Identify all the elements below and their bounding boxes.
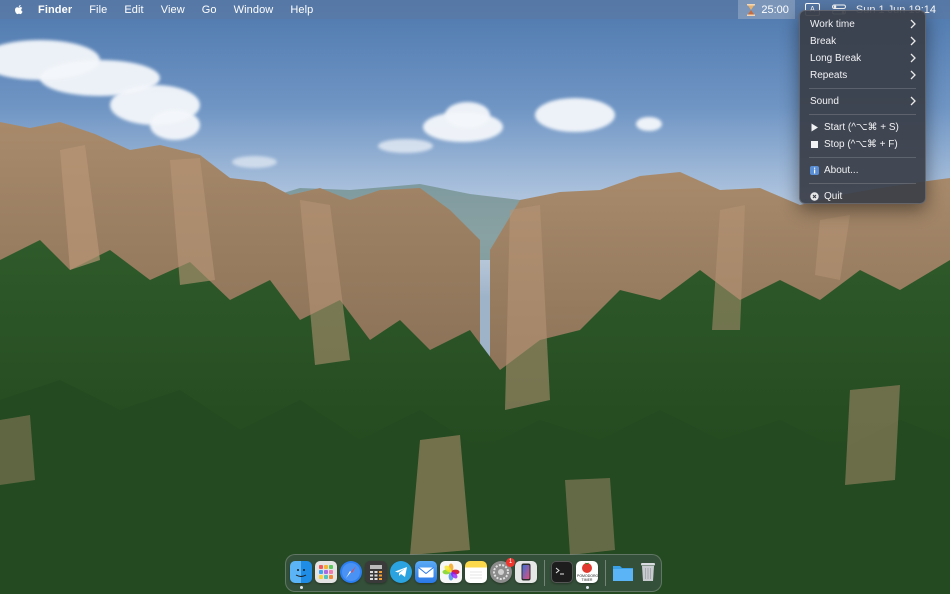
pomodoro-status-item[interactable]: 25:00	[738, 0, 795, 19]
photos-icon[interactable]	[440, 561, 462, 583]
terminal-icon[interactable]	[551, 561, 573, 583]
menu-item-label: Quit	[824, 191, 843, 202]
menu-item-label: Long Break	[810, 53, 862, 64]
chevron-right-icon	[910, 19, 916, 29]
menu-item-stop[interactable]: Stop (^⌥⌘ + F)	[800, 136, 925, 153]
dock-separator	[605, 560, 606, 586]
menu-go[interactable]: Go	[202, 4, 217, 16]
running-indicator	[300, 586, 303, 589]
menu-separator	[809, 157, 916, 158]
menu-item-label: Break	[810, 36, 837, 47]
dock: 1 POMODORO TIMER	[285, 554, 662, 592]
menu-item-quit[interactable]: Quit	[800, 188, 925, 205]
finder-icon[interactable]	[290, 561, 312, 583]
info-icon	[810, 166, 819, 175]
chevron-right-icon	[910, 96, 916, 106]
pomodoro-timer-icon[interactable]: POMODORO TIMER	[576, 561, 598, 583]
menu-item-work-time[interactable]: Work time	[800, 16, 925, 33]
menu-edit[interactable]: Edit	[124, 4, 143, 16]
notification-badge: 1	[506, 558, 515, 567]
chevron-right-icon	[910, 36, 916, 46]
trash-icon[interactable]	[637, 561, 659, 583]
menu-item-label: Work time	[810, 19, 855, 30]
menu-separator	[809, 88, 916, 89]
calculator-icon[interactable]	[365, 561, 387, 583]
timer-readout: 25:00	[761, 3, 789, 16]
mail-icon[interactable]	[415, 561, 437, 583]
safari-icon[interactable]	[340, 561, 362, 583]
play-icon	[811, 123, 818, 132]
menu-item-label: Repeats	[810, 70, 848, 81]
menu-item-label: Start (^⌥⌘ + S)	[824, 122, 899, 133]
menu-item-label: About...	[824, 165, 859, 176]
pomodoro-icon-caption: POMODORO TIMER	[577, 574, 598, 582]
menu-file[interactable]: File	[89, 4, 107, 16]
chevron-right-icon	[910, 70, 916, 80]
menu-view[interactable]: View	[161, 4, 185, 16]
menu-item-label: Sound	[810, 96, 839, 107]
apple-menu-icon[interactable]	[13, 3, 25, 16]
menu-help[interactable]: Help	[290, 4, 313, 16]
hourglass-icon	[747, 3, 756, 16]
menu-item-break[interactable]: Break	[800, 33, 925, 50]
iphone-mirroring-icon[interactable]	[515, 561, 537, 583]
menu-window[interactable]: Window	[234, 4, 274, 16]
menu-separator	[809, 114, 916, 115]
menu-item-repeats[interactable]: Repeats	[800, 67, 925, 84]
chevron-right-icon	[910, 53, 916, 63]
pomodoro-menu: Work time Break Long Break Repeats Sound…	[799, 10, 926, 204]
menu-item-start[interactable]: Start (^⌥⌘ + S)	[800, 119, 925, 136]
running-indicator	[586, 586, 589, 589]
downloads-folder-icon[interactable]	[612, 561, 634, 583]
notes-icon[interactable]	[465, 561, 487, 583]
menu-item-label: Stop (^⌥⌘ + F)	[824, 139, 898, 150]
stop-icon	[811, 141, 818, 148]
quit-icon	[810, 192, 819, 201]
telegram-icon[interactable]	[390, 561, 412, 583]
launchpad-icon[interactable]	[315, 561, 337, 583]
menu-app-name[interactable]: Finder	[38, 4, 72, 16]
dock-separator	[544, 560, 545, 586]
menu-item-sound[interactable]: Sound	[800, 93, 925, 110]
menu-item-about[interactable]: About...	[800, 162, 925, 179]
menu-separator	[809, 183, 916, 184]
menu-item-long-break[interactable]: Long Break	[800, 50, 925, 67]
